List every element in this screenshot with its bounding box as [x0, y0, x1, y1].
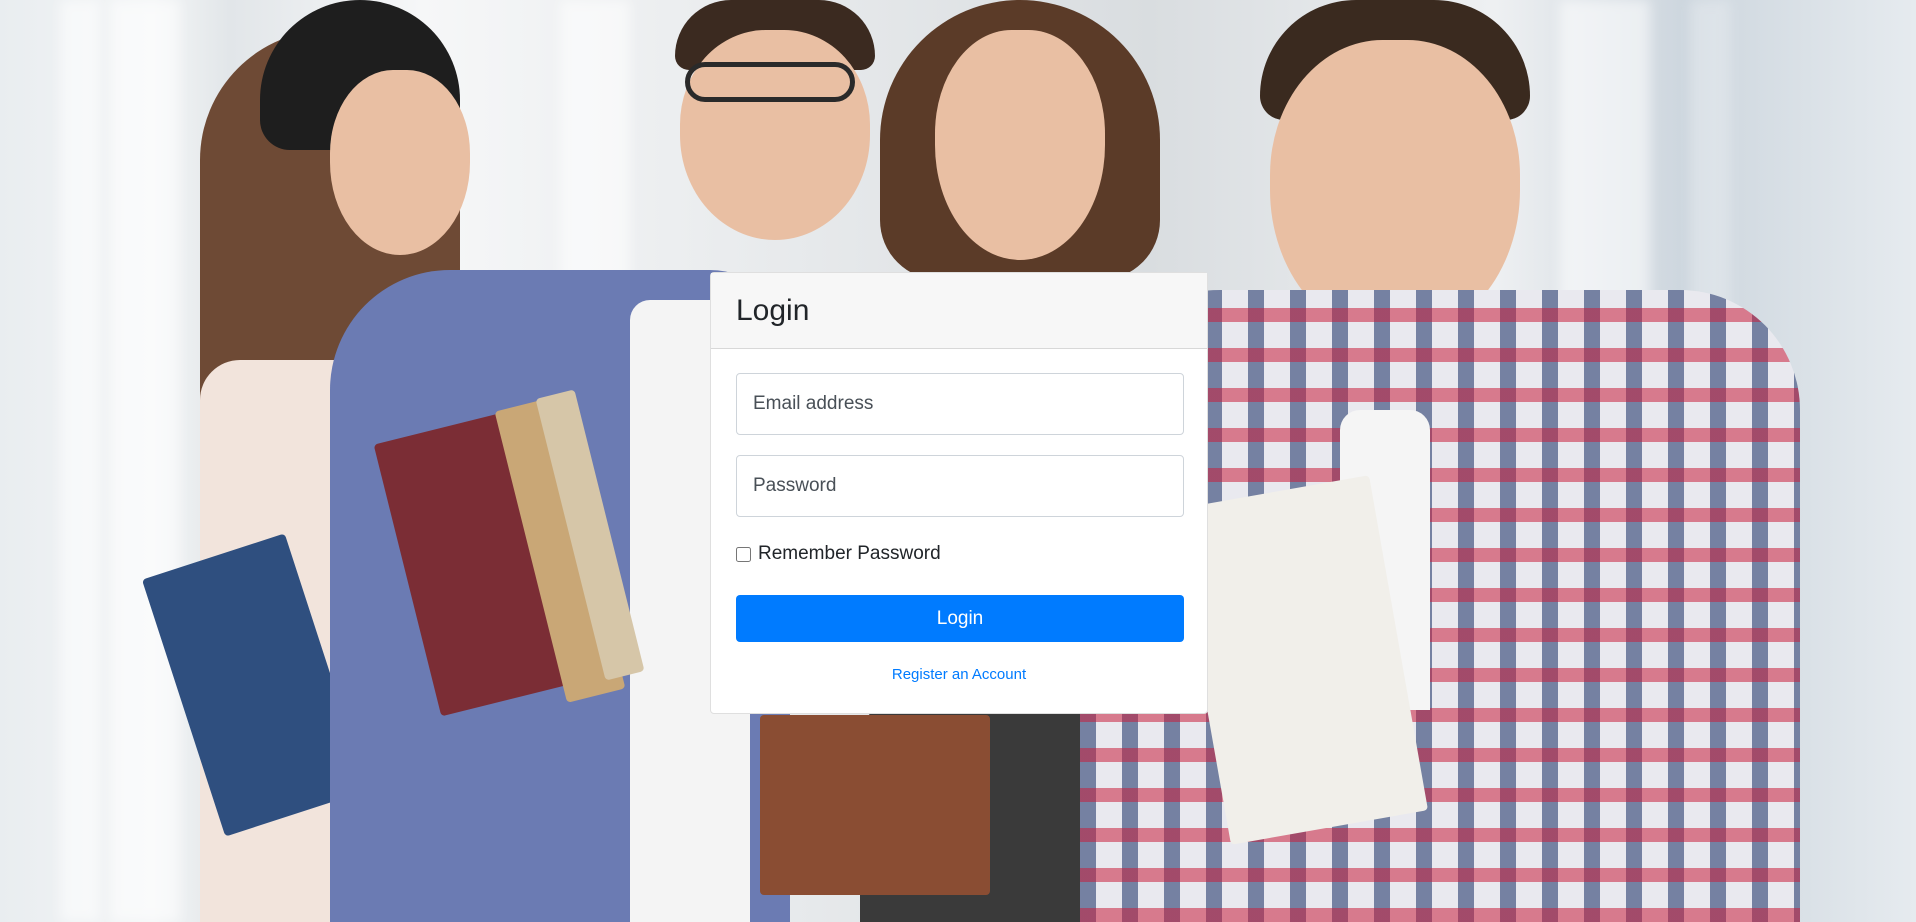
register-row: Register an Account: [736, 666, 1182, 683]
register-account-link[interactable]: Register an Account: [892, 666, 1026, 683]
login-button[interactable]: Login: [736, 595, 1184, 642]
login-title: Login: [736, 293, 810, 327]
login-card: Login Remember Password Login Register a…: [710, 272, 1208, 714]
password-input[interactable]: [736, 455, 1184, 517]
email-input[interactable]: [736, 373, 1184, 435]
login-card-header: Login: [711, 273, 1207, 349]
remember-password-checkbox[interactable]: [736, 546, 751, 562]
background-pillar: [60, 0, 100, 922]
login-card-body: Remember Password Login Register an Acco…: [711, 349, 1207, 707]
remember-password-row: Remember Password: [736, 543, 1182, 565]
remember-password-label[interactable]: Remember Password: [758, 543, 941, 565]
